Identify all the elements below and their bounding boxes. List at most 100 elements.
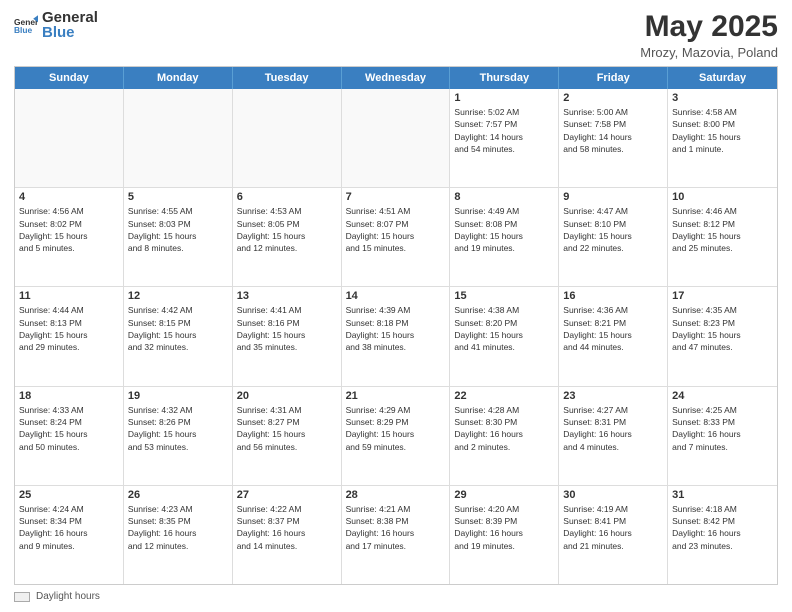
day-info: Sunrise: 4:25 AMSunset: 8:33 PMDaylight:… — [672, 404, 773, 453]
calendar-week-4: 18Sunrise: 4:33 AMSunset: 8:24 PMDayligh… — [15, 387, 777, 486]
day-number: 28 — [346, 489, 446, 501]
day-info: Sunrise: 4:55 AMSunset: 8:03 PMDaylight:… — [128, 205, 228, 254]
day-info: Sunrise: 4:41 AMSunset: 8:16 PMDaylight:… — [237, 304, 337, 353]
table-row: 16 Sunrise: 4:36 AMSunset: 8:21 PMDayligh… — [559, 287, 668, 385]
day-info: Sunrise: 4:49 AMSunset: 8:08 PMDaylight:… — [454, 205, 554, 254]
day-info: Sunrise: 4:33 AMSunset: 8:24 PMDaylight:… — [19, 404, 119, 453]
main-title: May 2025 — [640, 10, 778, 43]
table-row: 4 Sunrise: 4:56 AMSunset: 8:02 PMDaylight… — [15, 188, 124, 286]
day-info: Sunrise: 4:24 AMSunset: 8:34 PMDaylight:… — [19, 503, 119, 552]
table-row: 14 Sunrise: 4:39 AMSunset: 8:18 PMDayligh… — [342, 287, 451, 385]
table-row: 22Sunrise: 4:28 AMSunset: 8:30 PMDayligh… — [450, 387, 559, 485]
day-number: 19 — [128, 390, 228, 402]
svg-text:Blue: Blue — [14, 25, 33, 35]
table-row: 24 Sunrise: 4:25 AMSunset: 8:33 PMDayligh… — [668, 387, 777, 485]
day-info: Sunrise: 4:53 AMSunset: 8:05 PMDaylight:… — [237, 205, 337, 254]
footer: Daylight hours — [14, 591, 778, 602]
day-info: Sunrise: 5:02 AMSunset: 7:57 PMDaylight:… — [454, 106, 554, 155]
table-row: 6 Sunrise: 4:53 AMSunset: 8:05 PMDaylight… — [233, 188, 342, 286]
table-row: 12 Sunrise: 4:42 AMSunset: 8:15 PMDayligh… — [124, 287, 233, 385]
day-info: Sunrise: 4:44 AMSunset: 8:13 PMDaylight:… — [19, 304, 119, 353]
day-info: Sunrise: 4:36 AMSunset: 8:21 PMDaylight:… — [563, 304, 663, 353]
table-row: 30 Sunrise: 4:19 AMSunset: 8:41 PMDayligh… — [559, 486, 668, 584]
header: General Blue General Blue May 2025 Mrozy… — [14, 10, 778, 60]
calendar-week-1: 1Sunrise: 5:02 AMSunset: 7:57 PMDaylight… — [15, 89, 777, 188]
day-number: 21 — [346, 390, 446, 402]
table-row: 15 Sunrise: 4:38 AMSunset: 8:20 PMDayligh… — [450, 287, 559, 385]
table-row — [233, 89, 342, 187]
day-info: Sunrise: 4:58 AMSunset: 8:00 PMDaylight:… — [672, 106, 773, 155]
table-row: 3 Sunrise: 4:58 AMSunset: 8:00 PMDaylight… — [668, 89, 777, 187]
table-row — [342, 89, 451, 187]
table-row: 11 Sunrise: 4:44 AMSunset: 8:13 PMDayligh… — [15, 287, 124, 385]
calendar-week-5: 25Sunrise: 4:24 AMSunset: 8:34 PMDayligh… — [15, 486, 777, 584]
day-info: Sunrise: 4:38 AMSunset: 8:20 PMDaylight:… — [454, 304, 554, 353]
calendar-header-wednesday: Wednesday — [342, 67, 451, 89]
day-info: Sunrise: 4:20 AMSunset: 8:39 PMDaylight:… — [454, 503, 554, 552]
sub-title: Mrozy, Mazovia, Poland — [640, 45, 778, 60]
day-number: 31 — [672, 489, 773, 501]
day-number: 3 — [672, 92, 773, 104]
calendar-header-friday: Friday — [559, 67, 668, 89]
day-number: 10 — [672, 191, 773, 203]
table-row: 20Sunrise: 4:31 AMSunset: 8:27 PMDayligh… — [233, 387, 342, 485]
calendar-header-sunday: Sunday — [15, 67, 124, 89]
day-info: Sunrise: 4:23 AMSunset: 8:35 PMDaylight:… — [128, 503, 228, 552]
page: General Blue General Blue May 2025 Mrozy… — [0, 0, 792, 612]
calendar-week-3: 11 Sunrise: 4:44 AMSunset: 8:13 PMDayligh… — [15, 287, 777, 386]
table-row: 18Sunrise: 4:33 AMSunset: 8:24 PMDayligh… — [15, 387, 124, 485]
day-number: 14 — [346, 290, 446, 302]
table-row: 19Sunrise: 4:32 AMSunset: 8:26 PMDayligh… — [124, 387, 233, 485]
table-row: 1Sunrise: 5:02 AMSunset: 7:57 PMDaylight… — [450, 89, 559, 187]
calendar-header-thursday: Thursday — [450, 67, 559, 89]
day-info: Sunrise: 4:19 AMSunset: 8:41 PMDaylight:… — [563, 503, 663, 552]
day-number: 5 — [128, 191, 228, 203]
day-info: Sunrise: 5:00 AMSunset: 7:58 PMDaylight:… — [563, 106, 663, 155]
logo-blue-text: Blue — [42, 25, 98, 42]
table-row: 25Sunrise: 4:24 AMSunset: 8:34 PMDayligh… — [15, 486, 124, 584]
day-number: 9 — [563, 191, 663, 203]
day-number: 17 — [672, 290, 773, 302]
day-info: Sunrise: 4:56 AMSunset: 8:02 PMDaylight:… — [19, 205, 119, 254]
day-number: 12 — [128, 290, 228, 302]
day-number: 24 — [672, 390, 773, 402]
day-number: 22 — [454, 390, 554, 402]
daylight-box-icon — [14, 592, 30, 602]
day-number: 26 — [128, 489, 228, 501]
day-number: 27 — [237, 489, 337, 501]
table-row: 28Sunrise: 4:21 AMSunset: 8:38 PMDayligh… — [342, 486, 451, 584]
calendar-header-row: SundayMondayTuesdayWednesdayThursdayFrid… — [15, 67, 777, 89]
title-block: May 2025 Mrozy, Mazovia, Poland — [640, 10, 778, 60]
day-info: Sunrise: 4:39 AMSunset: 8:18 PMDaylight:… — [346, 304, 446, 353]
table-row: 17Sunrise: 4:35 AMSunset: 8:23 PMDayligh… — [668, 287, 777, 385]
day-number: 30 — [563, 489, 663, 501]
table-row — [15, 89, 124, 187]
table-row: 7 Sunrise: 4:51 AMSunset: 8:07 PMDaylight… — [342, 188, 451, 286]
day-info: Sunrise: 4:27 AMSunset: 8:31 PMDaylight:… — [563, 404, 663, 453]
day-info: Sunrise: 4:22 AMSunset: 8:37 PMDaylight:… — [237, 503, 337, 552]
table-row: 26 Sunrise: 4:23 AMSunset: 8:35 PMDayligh… — [124, 486, 233, 584]
day-info: Sunrise: 4:46 AMSunset: 8:12 PMDaylight:… — [672, 205, 773, 254]
day-info: Sunrise: 4:51 AMSunset: 8:07 PMDaylight:… — [346, 205, 446, 254]
day-number: 20 — [237, 390, 337, 402]
day-number: 8 — [454, 191, 554, 203]
table-row: 5 Sunrise: 4:55 AMSunset: 8:03 PMDaylight… — [124, 188, 233, 286]
day-info: Sunrise: 4:42 AMSunset: 8:15 PMDaylight:… — [128, 304, 228, 353]
table-row: 21Sunrise: 4:29 AMSunset: 8:29 PMDayligh… — [342, 387, 451, 485]
day-number: 11 — [19, 290, 119, 302]
day-number: 2 — [563, 92, 663, 104]
day-number: 15 — [454, 290, 554, 302]
table-row: 10 Sunrise: 4:46 AMSunset: 8:12 PMDayligh… — [668, 188, 777, 286]
day-number: 4 — [19, 191, 119, 203]
table-row: 27 Sunrise: 4:22 AMSunset: 8:37 PMDayligh… — [233, 486, 342, 584]
daylight-label: Daylight hours — [36, 591, 100, 602]
logo: General Blue General Blue — [14, 10, 98, 41]
table-row — [124, 89, 233, 187]
day-number: 16 — [563, 290, 663, 302]
calendar-week-2: 4 Sunrise: 4:56 AMSunset: 8:02 PMDaylight… — [15, 188, 777, 287]
table-row: 9 Sunrise: 4:47 AMSunset: 8:10 PMDaylight… — [559, 188, 668, 286]
day-number: 7 — [346, 191, 446, 203]
table-row: 13Sunrise: 4:41 AMSunset: 8:16 PMDayligh… — [233, 287, 342, 385]
day-info: Sunrise: 4:47 AMSunset: 8:10 PMDaylight:… — [563, 205, 663, 254]
day-number: 6 — [237, 191, 337, 203]
